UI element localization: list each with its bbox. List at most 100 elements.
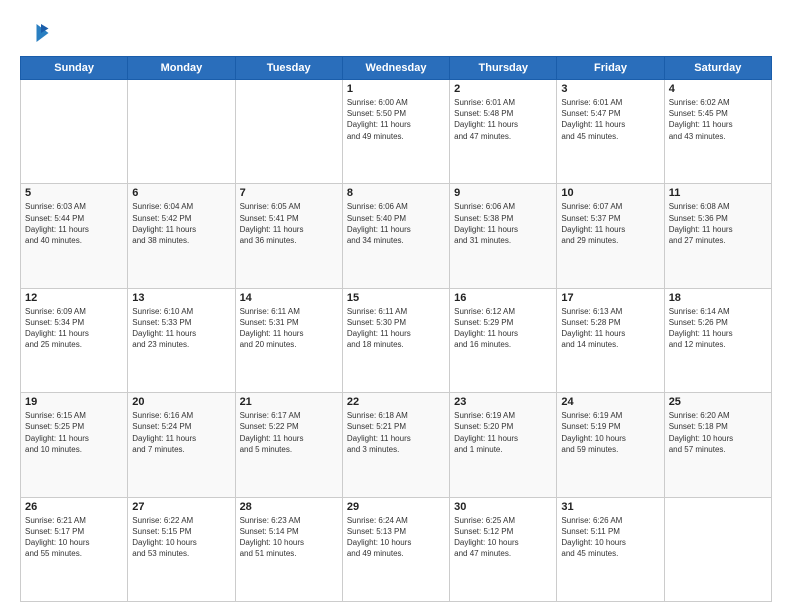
day-number: 15 (347, 292, 445, 304)
column-header-sunday: Sunday (21, 57, 128, 80)
day-info: Sunrise: 6:14 AM Sunset: 5:26 PM Dayligh… (669, 306, 767, 351)
day-info: Sunrise: 6:10 AM Sunset: 5:33 PM Dayligh… (132, 306, 230, 351)
day-number: 12 (25, 292, 123, 304)
calendar-cell: 13 Sunrise: 6:10 AM Sunset: 5:33 PM Dayli… (128, 288, 235, 392)
calendar-cell: 17 Sunrise: 6:13 AM Sunset: 5:28 PM Dayli… (557, 288, 664, 392)
day-number: 10 (561, 187, 659, 199)
calendar-cell: 6 Sunrise: 6:04 AM Sunset: 5:42 PM Daylig… (128, 184, 235, 288)
calendar-body: 1Sunrise: 6:00 AM Sunset: 5:50 PM Daylig… (21, 80, 772, 602)
calendar-cell: 10 Sunrise: 6:07 AM Sunset: 5:37 PM Dayli… (557, 184, 664, 288)
day-number: 24 (561, 396, 659, 408)
column-header-thursday: Thursday (450, 57, 557, 80)
day-info: Sunrise: 6:07 AM Sunset: 5:37 PM Dayligh… (561, 201, 659, 246)
day-number: 30 (454, 501, 552, 513)
column-header-friday: Friday (557, 57, 664, 80)
calendar-cell: 27 Sunrise: 6:22 AM Sunset: 5:15 PM Dayli… (128, 497, 235, 601)
calendar-cell: 12 Sunrise: 6:09 AM Sunset: 5:34 PM Dayli… (21, 288, 128, 392)
day-number: 5 (25, 187, 123, 199)
calendar-cell: 21 Sunrise: 6:17 AM Sunset: 5:22 PM Dayli… (235, 393, 342, 497)
day-number: 27 (132, 501, 230, 513)
day-number: 4 (669, 83, 767, 95)
day-number: 29 (347, 501, 445, 513)
calendar-cell: 18Sunrise: 6:14 AM Sunset: 5:26 PM Dayli… (664, 288, 771, 392)
calendar-cell: 25 Sunrise: 6:20 AM Sunset: 5:18 PM Dayli… (664, 393, 771, 497)
calendar-week-4: 19 Sunrise: 6:15 AM Sunset: 5:25 PM Dayli… (21, 393, 772, 497)
logo (20, 18, 54, 48)
day-info: Sunrise: 6:22 AM Sunset: 5:15 PM Dayligh… (132, 515, 230, 560)
calendar-cell: 26 Sunrise: 6:21 AM Sunset: 5:17 PM Dayli… (21, 497, 128, 601)
calendar-cell: 29 Sunrise: 6:24 AM Sunset: 5:13 PM Dayli… (342, 497, 449, 601)
day-info: Sunrise: 6:03 AM Sunset: 5:44 PM Dayligh… (25, 201, 123, 246)
day-info: Sunrise: 6:06 AM Sunset: 5:38 PM Dayligh… (454, 201, 552, 246)
day-number: 7 (240, 187, 338, 199)
calendar-cell: 20 Sunrise: 6:16 AM Sunset: 5:24 PM Dayli… (128, 393, 235, 497)
day-number: 9 (454, 187, 552, 199)
calendar-table: SundayMondayTuesdayWednesdayThursdayFrid… (20, 56, 772, 602)
day-info: Sunrise: 6:16 AM Sunset: 5:24 PM Dayligh… (132, 410, 230, 455)
calendar-week-2: 5 Sunrise: 6:03 AM Sunset: 5:44 PM Daylig… (21, 184, 772, 288)
calendar-cell: 19 Sunrise: 6:15 AM Sunset: 5:25 PM Dayli… (21, 393, 128, 497)
day-number: 22 (347, 396, 445, 408)
page: SundayMondayTuesdayWednesdayThursdayFrid… (0, 0, 792, 612)
calendar-cell: 28Sunrise: 6:23 AM Sunset: 5:14 PM Dayli… (235, 497, 342, 601)
calendar-week-1: 1Sunrise: 6:00 AM Sunset: 5:50 PM Daylig… (21, 80, 772, 184)
day-number: 6 (132, 187, 230, 199)
day-number: 8 (347, 187, 445, 199)
day-info: Sunrise: 6:17 AM Sunset: 5:22 PM Dayligh… (240, 410, 338, 455)
day-info: Sunrise: 6:23 AM Sunset: 5:14 PM Dayligh… (240, 515, 338, 560)
calendar-cell: 22 Sunrise: 6:18 AM Sunset: 5:21 PM Dayli… (342, 393, 449, 497)
calendar-week-5: 26 Sunrise: 6:21 AM Sunset: 5:17 PM Dayli… (21, 497, 772, 601)
day-number: 2 (454, 83, 552, 95)
day-number: 21 (240, 396, 338, 408)
day-info: Sunrise: 6:15 AM Sunset: 5:25 PM Dayligh… (25, 410, 123, 455)
calendar-cell: 14Sunrise: 6:11 AM Sunset: 5:31 PM Dayli… (235, 288, 342, 392)
day-number: 3 (561, 83, 659, 95)
day-number: 20 (132, 396, 230, 408)
calendar-week-3: 12 Sunrise: 6:09 AM Sunset: 5:34 PM Dayli… (21, 288, 772, 392)
day-info: Sunrise: 6:24 AM Sunset: 5:13 PM Dayligh… (347, 515, 445, 560)
calendar-cell: 1Sunrise: 6:00 AM Sunset: 5:50 PM Daylig… (342, 80, 449, 184)
day-number: 26 (25, 501, 123, 513)
calendar-cell: 15Sunrise: 6:11 AM Sunset: 5:30 PM Dayli… (342, 288, 449, 392)
day-info: Sunrise: 6:04 AM Sunset: 5:42 PM Dayligh… (132, 201, 230, 246)
column-header-wednesday: Wednesday (342, 57, 449, 80)
day-number: 25 (669, 396, 767, 408)
day-info: Sunrise: 6:06 AM Sunset: 5:40 PM Dayligh… (347, 201, 445, 246)
header (20, 18, 772, 48)
day-info: Sunrise: 6:19 AM Sunset: 5:19 PM Dayligh… (561, 410, 659, 455)
day-info: Sunrise: 6:12 AM Sunset: 5:29 PM Dayligh… (454, 306, 552, 351)
calendar-cell (21, 80, 128, 184)
day-info: Sunrise: 6:21 AM Sunset: 5:17 PM Dayligh… (25, 515, 123, 560)
day-number: 14 (240, 292, 338, 304)
column-header-saturday: Saturday (664, 57, 771, 80)
day-info: Sunrise: 6:08 AM Sunset: 5:36 PM Dayligh… (669, 201, 767, 246)
day-number: 31 (561, 501, 659, 513)
day-number: 17 (561, 292, 659, 304)
day-info: Sunrise: 6:25 AM Sunset: 5:12 PM Dayligh… (454, 515, 552, 560)
day-info: Sunrise: 6:02 AM Sunset: 5:45 PM Dayligh… (669, 97, 767, 142)
day-info: Sunrise: 6:18 AM Sunset: 5:21 PM Dayligh… (347, 410, 445, 455)
calendar-cell: 11 Sunrise: 6:08 AM Sunset: 5:36 PM Dayli… (664, 184, 771, 288)
calendar-cell (128, 80, 235, 184)
calendar-cell: 2 Sunrise: 6:01 AM Sunset: 5:48 PM Daylig… (450, 80, 557, 184)
day-number: 11 (669, 187, 767, 199)
day-info: Sunrise: 6:20 AM Sunset: 5:18 PM Dayligh… (669, 410, 767, 455)
day-number: 16 (454, 292, 552, 304)
day-info: Sunrise: 6:13 AM Sunset: 5:28 PM Dayligh… (561, 306, 659, 351)
calendar-cell (235, 80, 342, 184)
calendar-cell: 31Sunrise: 6:26 AM Sunset: 5:11 PM Dayli… (557, 497, 664, 601)
calendar-cell: 9 Sunrise: 6:06 AM Sunset: 5:38 PM Daylig… (450, 184, 557, 288)
day-number: 19 (25, 396, 123, 408)
calendar-cell: 3Sunrise: 6:01 AM Sunset: 5:47 PM Daylig… (557, 80, 664, 184)
calendar-cell: 8 Sunrise: 6:06 AM Sunset: 5:40 PM Daylig… (342, 184, 449, 288)
day-info: Sunrise: 6:01 AM Sunset: 5:48 PM Dayligh… (454, 97, 552, 142)
day-info: Sunrise: 6:19 AM Sunset: 5:20 PM Dayligh… (454, 410, 552, 455)
day-info: Sunrise: 6:00 AM Sunset: 5:50 PM Dayligh… (347, 97, 445, 142)
calendar-cell: 24 Sunrise: 6:19 AM Sunset: 5:19 PM Dayli… (557, 393, 664, 497)
calendar-cell: 4 Sunrise: 6:02 AM Sunset: 5:45 PM Daylig… (664, 80, 771, 184)
day-info: Sunrise: 6:09 AM Sunset: 5:34 PM Dayligh… (25, 306, 123, 351)
calendar-cell: 7Sunrise: 6:05 AM Sunset: 5:41 PM Daylig… (235, 184, 342, 288)
calendar-cell: 23Sunrise: 6:19 AM Sunset: 5:20 PM Dayli… (450, 393, 557, 497)
day-number: 13 (132, 292, 230, 304)
calendar-cell: 16 Sunrise: 6:12 AM Sunset: 5:29 PM Dayli… (450, 288, 557, 392)
